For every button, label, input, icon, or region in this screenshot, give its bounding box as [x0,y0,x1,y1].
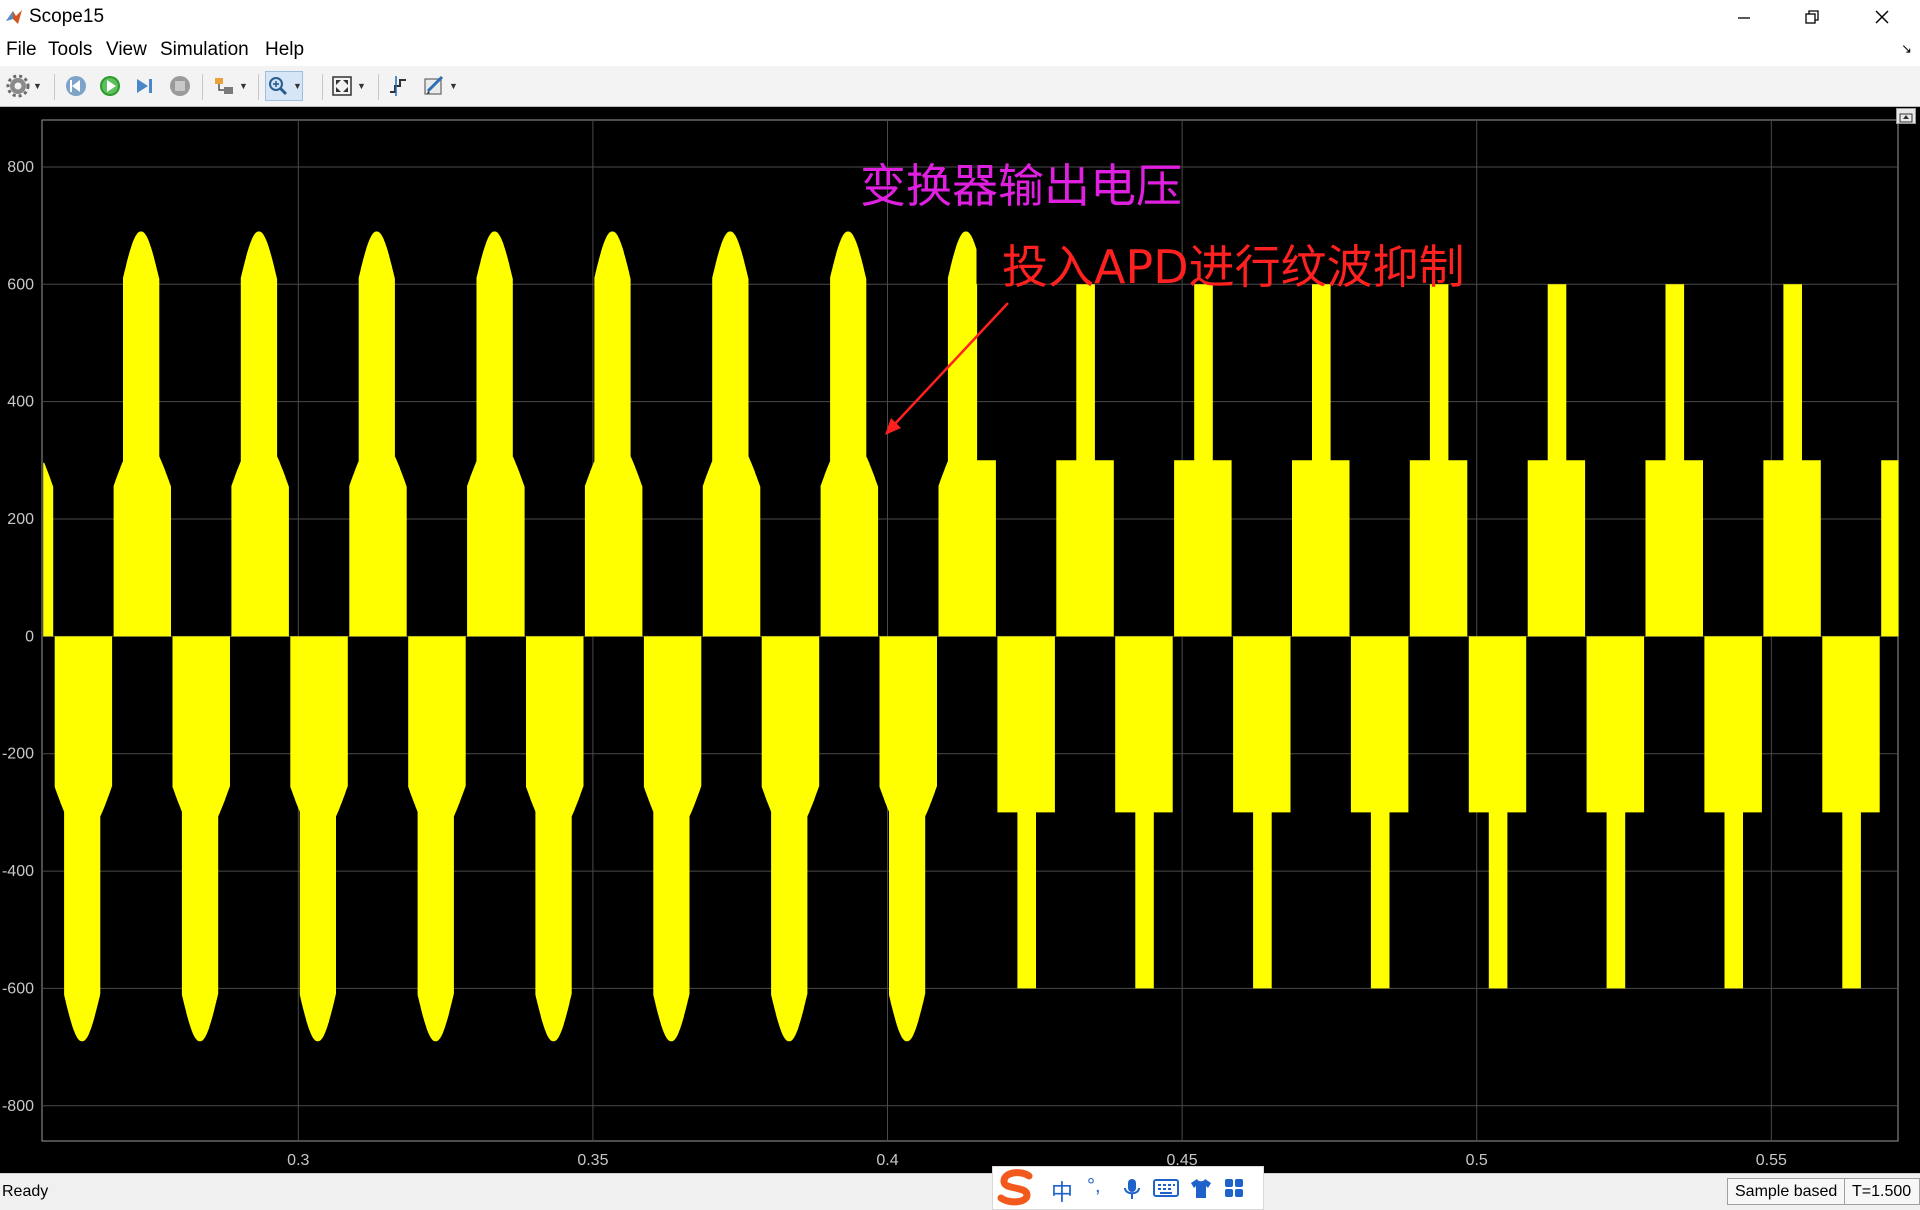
status-ready: Ready [2,1183,49,1200]
y-tick-label: -600 [2,980,34,997]
gear-icon [6,74,30,98]
y-tick-label: -200 [2,746,34,763]
run-button[interactable] [98,72,122,100]
run-icon [100,76,120,96]
menu-bar: File Tools View Simulation Help ↘ [0,34,1920,66]
annotation-title: 变换器输出电压 [860,159,1182,213]
close-icon [1875,10,1889,24]
ime-toolbar[interactable]: 中 °, [992,1166,1264,1210]
stop-icon [170,76,190,96]
annotation-apd: 投入APD进行纹波抑制 [1002,240,1465,294]
title-bar: Scope15 [0,0,1920,34]
highlight-block-icon [215,78,233,94]
x-tick-label: 0.3 [287,1152,309,1169]
scope-display[interactable]: 800 600 400 200 0 -200 -400 -600 -800 0.3 0.35 0.4… [0,107,1920,1173]
y-tick-label: 200 [7,511,34,528]
sample-mode-indicator: Sample based [1727,1178,1846,1205]
chevron-down-icon: ▼ [239,81,248,91]
chevron-down-icon: ▼ [33,81,42,91]
menu-tools[interactable]: Tools [48,39,92,61]
menu-simulation[interactable]: Simulation [160,39,249,61]
window-title: Scope15 [29,6,105,27]
step-forward-icon [137,79,152,93]
chevron-down-icon: ▼ [357,81,366,91]
x-tick-label: 0.35 [577,1152,608,1169]
x-tick-label: 0.4 [876,1152,898,1169]
minimize-button[interactable] [1712,0,1776,34]
menu-view[interactable]: View [106,39,147,61]
undock-icon [1899,113,1913,123]
matlab-logo-icon [6,10,22,24]
y-axis-ticks: 800 600 400 200 0 -200 -400 -600 -800 [2,159,34,1115]
step-forward-button[interactable] [132,72,156,100]
menu-file[interactable]: File [6,39,37,61]
zoom-button[interactable]: ▼ [265,71,303,101]
y-tick-label: 600 [7,276,34,293]
cursor-measure-button[interactable] [386,72,410,100]
toolbar-separator [54,74,55,100]
menu-help[interactable]: Help [265,39,304,61]
configuration-button[interactable]: ▼ [6,72,42,100]
microphone-icon[interactable] [1121,1177,1143,1201]
toolbar-separator [202,74,203,100]
y-tick-label: 400 [7,394,34,411]
status-bar: Ready Sample based T=1.500 [0,1173,1920,1209]
highlight-block-button[interactable]: ▼ [212,72,248,100]
toolbar-separator [258,74,259,100]
step-back-icon [66,76,86,96]
stop-button[interactable] [168,72,192,100]
skin-shirt-icon[interactable] [1189,1177,1213,1199]
step-back-button[interactable] [64,72,88,100]
sogou-logo-icon [997,1169,1033,1206]
restore-button[interactable] [1780,0,1844,34]
zoom-icon [269,77,288,96]
toolbar: ▼ ▼ ▼ ▼ ▼ [0,66,1920,107]
keyboard-icon[interactable] [1153,1178,1179,1198]
style-button[interactable]: ▼ [422,72,458,100]
toolbox-grid-icon[interactable] [1223,1177,1245,1199]
chevron-down-icon: ▼ [293,81,302,91]
undock-button[interactable] [1896,108,1916,124]
y-tick-label: 800 [7,159,34,176]
ime-chinese-mode[interactable]: 中 [1051,1175,1073,1207]
dock-arrow-icon[interactable]: ↘ [1901,41,1912,57]
restore-icon [1805,10,1819,24]
x-tick-label: 0.55 [1756,1152,1787,1169]
y-tick-label: -400 [2,863,34,880]
toolbar-separator [378,74,379,100]
time-indicator: T=1.500 [1844,1178,1920,1205]
toolbar-separator [322,74,323,100]
scope-plot[interactable]: 800 600 400 200 0 -200 -400 -600 -800 0.3 0.35 0.4… [0,107,1920,1173]
y-tick-label: 0 [25,628,34,645]
y-tick-label: -800 [2,1098,34,1115]
fit-to-view-icon [332,76,352,96]
minimize-icon [1738,17,1750,19]
cursor-measure-icon [390,76,406,96]
chevron-down-icon: ▼ [449,81,458,91]
style-icon [424,75,444,95]
fit-to-view-button[interactable]: ▼ [330,72,366,100]
ime-punctuation[interactable]: °, [1087,1175,1101,1198]
close-button[interactable] [1850,0,1914,34]
x-tick-label: 0.5 [1466,1152,1488,1169]
